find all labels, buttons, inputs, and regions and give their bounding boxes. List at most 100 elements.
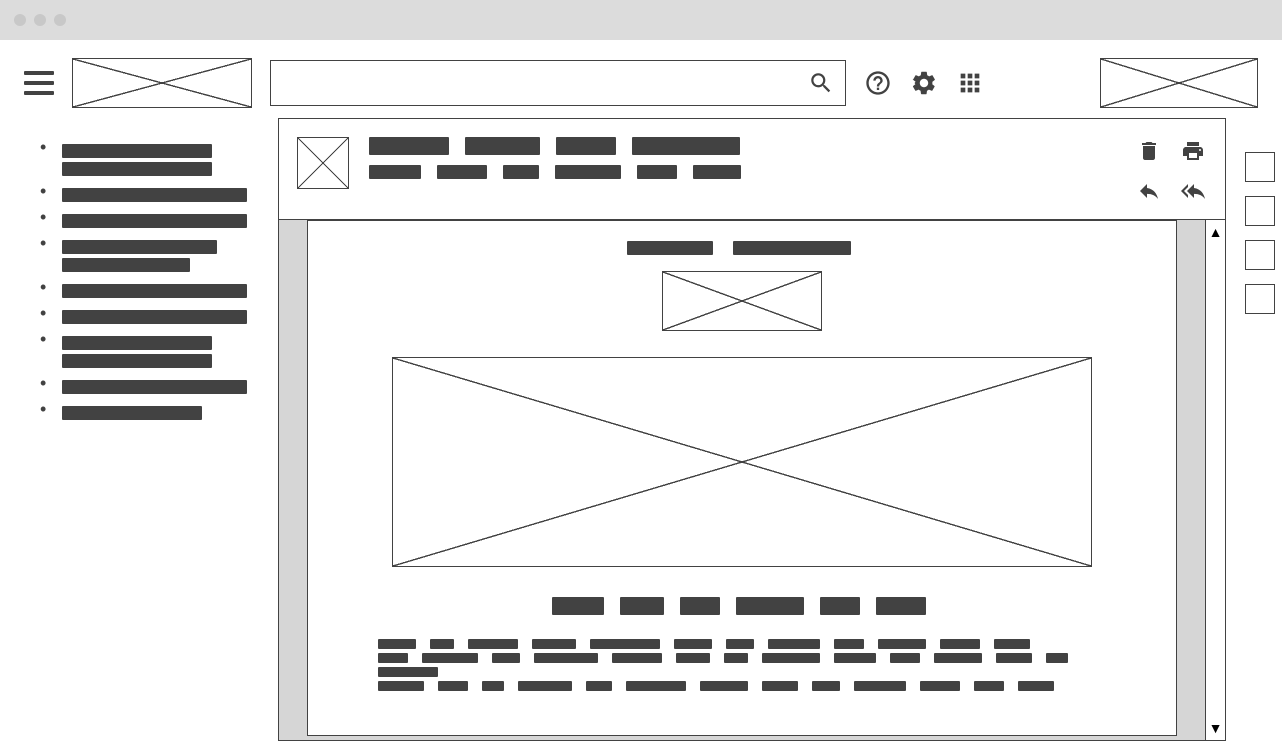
email-header [279, 119, 1225, 220]
redacted-text [834, 653, 876, 663]
rail-addon-4[interactable] [1245, 284, 1275, 314]
sidebar [0, 118, 278, 741]
browser-chrome [0, 0, 1282, 40]
redacted-text [676, 653, 710, 663]
settings-icon[interactable] [910, 69, 938, 97]
redacted-text [876, 597, 926, 615]
email-body-title [338, 597, 1146, 615]
redacted-text [422, 653, 478, 663]
redacted-text [934, 653, 982, 663]
sidebar-item[interactable] [40, 138, 258, 182]
email-body-top [338, 241, 1146, 255]
redacted-text [974, 681, 1004, 691]
redacted-text [62, 240, 217, 254]
redacted-text [626, 681, 686, 691]
sidebar-item[interactable] [40, 330, 258, 374]
account-area[interactable] [1100, 58, 1258, 108]
reply-icon[interactable] [1135, 177, 1163, 205]
sidebar-item[interactable] [40, 374, 258, 400]
redacted-text [555, 165, 621, 179]
redacted-text [1046, 653, 1068, 663]
redacted-text [438, 681, 468, 691]
redacted-text [674, 639, 712, 649]
redacted-text [534, 653, 598, 663]
apps-icon[interactable] [956, 69, 984, 97]
redacted-text [532, 639, 576, 649]
email-body-line [338, 681, 1146, 691]
redacted-text [518, 681, 572, 691]
redacted-text [430, 639, 454, 649]
redacted-text [854, 681, 906, 691]
app-logo[interactable] [72, 58, 252, 108]
window-close-dot[interactable] [14, 14, 26, 26]
redacted-text [503, 165, 539, 179]
right-rail [1238, 118, 1282, 741]
redacted-text [700, 681, 748, 691]
redacted-text [940, 639, 980, 649]
email-subject [369, 137, 1115, 155]
search-input[interactable] [281, 61, 807, 105]
redacted-text [632, 137, 740, 155]
redacted-text [482, 681, 504, 691]
redacted-text [820, 597, 860, 615]
rail-addon-1[interactable] [1245, 152, 1275, 182]
rail-addon-3[interactable] [1245, 240, 1275, 270]
email-logo [662, 271, 822, 331]
redacted-text [437, 165, 487, 179]
sidebar-item[interactable] [40, 182, 258, 208]
redacted-text [378, 667, 438, 677]
redacted-text [768, 639, 820, 649]
redacted-text [62, 354, 212, 368]
email-body-line [338, 667, 1146, 677]
email-meta [369, 137, 1115, 179]
email-actions [1135, 137, 1207, 205]
redacted-text [465, 137, 540, 155]
redacted-text [378, 681, 424, 691]
email-body-scroll[interactable] [279, 220, 1205, 740]
sidebar-item[interactable] [40, 400, 258, 426]
scrollbar[interactable]: ▲ ▼ [1205, 220, 1225, 740]
scroll-down-icon[interactable]: ▼ [1209, 720, 1223, 736]
email-content: ▲ ▼ [278, 118, 1226, 741]
redacted-text [620, 597, 664, 615]
email-from [369, 165, 1115, 179]
sidebar-item[interactable] [40, 208, 258, 234]
redacted-text [762, 681, 798, 691]
redacted-text [637, 165, 677, 179]
redacted-text [590, 639, 660, 649]
menu-button[interactable] [24, 71, 54, 95]
scroll-up-icon[interactable]: ▲ [1209, 224, 1223, 240]
redacted-text [733, 241, 851, 255]
delete-icon[interactable] [1135, 137, 1163, 165]
redacted-text [378, 653, 408, 663]
top-icons [864, 69, 984, 97]
sidebar-item[interactable] [40, 234, 258, 278]
redacted-text [468, 639, 518, 649]
redacted-text [693, 165, 741, 179]
redacted-text [612, 653, 662, 663]
window-maximize-dot[interactable] [54, 14, 66, 26]
sidebar-item[interactable] [40, 304, 258, 330]
redacted-text [62, 258, 190, 272]
window-minimize-dot[interactable] [34, 14, 46, 26]
redacted-text [62, 406, 202, 420]
redacted-text [552, 597, 604, 615]
email-body-line [338, 653, 1146, 663]
redacted-text [586, 681, 612, 691]
sidebar-item[interactable] [40, 278, 258, 304]
email-hero-image [392, 357, 1092, 567]
redacted-text [556, 137, 616, 155]
redacted-text [834, 639, 864, 649]
reply-all-icon[interactable] [1179, 177, 1207, 205]
redacted-text [890, 653, 920, 663]
help-icon[interactable] [864, 69, 892, 97]
sender-avatar[interactable] [297, 137, 349, 189]
topbar [0, 40, 1282, 118]
rail-addon-2[interactable] [1245, 196, 1275, 226]
print-icon[interactable] [1179, 137, 1207, 165]
search-icon[interactable] [807, 69, 835, 97]
main: ▲ ▼ [0, 118, 1282, 741]
redacted-text [994, 639, 1030, 649]
redacted-text [724, 653, 748, 663]
redacted-text [378, 639, 416, 649]
